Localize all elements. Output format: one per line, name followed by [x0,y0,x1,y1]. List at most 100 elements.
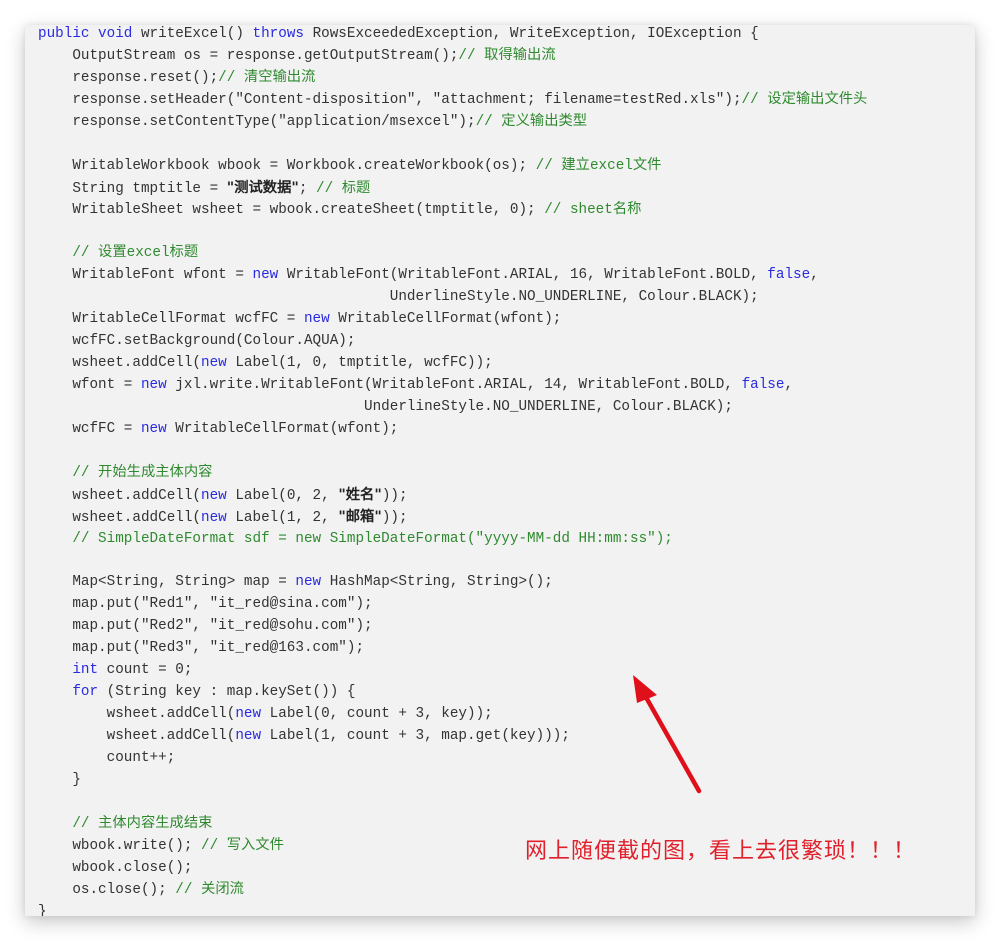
code-keyword: new [235,728,262,744]
code-text: wsheet.addCell( [38,509,202,526]
code-text: wsheet.addCell( [38,728,236,744]
code-line: // 设置excel标题 [38,243,867,265]
code-keyword: new [295,574,322,591]
code-text: jxl.write.WritableFont(WritableFont.ARIA… [166,377,742,393]
code-line: wcfFC = new WritableCellFormat(wfont); [38,419,867,441]
code-text: RowsExceededException, WriteException, I… [303,26,759,42]
code-comment: // 清空输出流 [218,69,316,86]
code-text: UnderlineStyle.NO_UNDERLINE, Colour.BLAC… [38,398,733,415]
red-arrow-icon [633,675,702,794]
code-text: , [784,377,794,393]
code-line: map.put("Red3", "it_red@163.com"); [38,638,867,660]
code-keyword: new [252,267,279,284]
code-text: wsheet.addCell( [38,706,236,723]
code-line: wsheet.addCell(new Label(0, count + 3, k… [38,704,867,726]
code-string: "姓名" [338,486,382,503]
code-block: public void writeExcel() throws RowsExce… [38,25,867,916]
code-comment: // 设定输出文件头 [741,91,868,108]
code-comment: // sheet名称 [544,201,642,218]
code-line: wsheet.addCell(new Label(0, 2, "姓名")); [38,485,867,507]
code-comment: // 建立excel文件 [535,157,662,174]
code-comment: // 关闭流 [175,881,244,898]
code-text: } [38,771,81,788]
code-line: wsheet.addCell(new Label(1, 0, tmptitle,… [38,353,867,375]
code-line: } [38,770,867,792]
code-text: WritableWorkbook wbook = Workbook.create… [38,157,536,174]
code-text: writeExcel() [132,26,253,42]
code-text: Label(0, count + 3, key)); [261,706,493,723]
code-comment: // 取得输出流 [458,47,556,64]
code-line: WritableCellFormat wcfFC = new WritableC… [38,309,867,331]
code-text: WritableCellFormat(wfont); [166,420,399,437]
code-comment: // 标题 [316,180,371,197]
code-comment: // 写入文件 [201,837,284,854]
code-keyword: new [201,509,227,526]
code-text: response.setContentType("application/mse… [38,113,476,130]
code-line: response.setContentType("application/mse… [38,112,867,134]
code-text: WritableFont wfont = [38,267,253,284]
code-keyword: false [767,267,811,284]
code-string: "测试数据" [226,179,299,196]
code-text: WritableSheet wsheet = wbook.createSheet… [38,201,545,218]
code-text: } [38,903,47,917]
code-text: Label(1, 2, [226,509,339,526]
code-text: wcfFC.setBackground(Colour.AQUA); [38,333,356,350]
code-text: WritableCellFormat(wfont); [329,311,562,328]
code-text: Label(0, 2, [226,487,339,504]
code-line: String tmptitle = "测试数据"; // 标题 [38,178,867,200]
code-comment: // 主体内容生成结束 [38,815,213,832]
code-line: wcfFC.setBackground(Colour.AQUA); [38,331,867,353]
annotation-text: 网上随便截的图，看上去很繁琐！！！ [525,839,917,864]
code-text: WritableFont(WritableFont.ARIAL, 16, Wri… [278,267,768,284]
code-text: wbook.close(); [38,859,193,876]
code-text: Label(1, count + 3, map.get(key))); [261,728,570,744]
code-keyword: new [140,420,167,437]
code-line: wsheet.addCell(new Label(1, count + 3, m… [38,726,867,748]
code-line: int count = 0; [38,660,867,682]
code-text: HashMap<String, String>(); [321,574,553,591]
code-keyword: new [235,706,262,723]
code-line: WritableFont wfont = new WritableFont(Wr… [38,265,867,287]
code-text: String tmptitle = [38,180,227,197]
code-text: OutputStream os = response.getOutputStre… [38,47,459,64]
code-comment: // 开始生成主体内容 [38,464,213,481]
code-text: , [810,267,819,284]
code-text: (String key : map.keySet()) { [98,684,356,701]
code-line: OutputStream os = response.getOutputStre… [38,46,867,68]
code-text: )); [381,509,408,526]
code-line: os.close(); // 关闭流 [38,880,867,902]
code-screenshot-panel: public void writeExcel() throws RowsExce… [25,25,975,916]
code-line: // 开始生成主体内容 [38,463,867,485]
code-line: response.reset();// 清空输出流 [38,68,867,90]
code-line: response.setHeader("Content-disposition"… [38,90,867,112]
code-line: map.put("Red2", "it_red@sohu.com"); [38,616,867,638]
code-text: map.put("Red3", "it_red@163.com"); [38,640,365,657]
code-line: UnderlineStyle.NO_UNDERLINE, Colour.BLAC… [38,397,867,419]
code-line: // SimpleDateFormat sdf = new SimpleDate… [38,529,867,551]
code-keyword: new [201,487,227,504]
code-text: )); [381,487,408,504]
code-line: Map<String, String> map = new HashMap<St… [38,572,867,594]
code-text: response.reset(); [38,69,219,86]
code-line: wsheet.addCell(new Label(1, 2, "邮箱")); [38,507,867,529]
code-line: for (String key : map.keySet()) { [38,682,867,704]
code-keyword: new [140,377,167,393]
code-keyword: for [38,684,99,701]
code-line: WritableWorkbook wbook = Workbook.create… [38,156,867,178]
code-comment: // SimpleDateFormat sdf = new SimpleDate… [38,530,673,547]
code-text: response.setHeader("Content-disposition"… [38,91,742,108]
code-text: count = 0; [98,662,193,679]
code-text: ; [298,180,317,197]
code-text: UnderlineStyle.NO_UNDERLINE, Colour.BLAC… [38,289,759,306]
code-text: wsheet.addCell( [38,487,202,504]
code-text: wsheet.addCell( [38,355,202,372]
code-keyword: int [38,662,99,679]
code-keyword: public void [38,26,133,42]
code-text: wcfFC = [38,420,141,437]
code-line: map.put("Red1", "it_red@sina.com"); [38,594,867,616]
code-keyword: false [741,377,785,393]
